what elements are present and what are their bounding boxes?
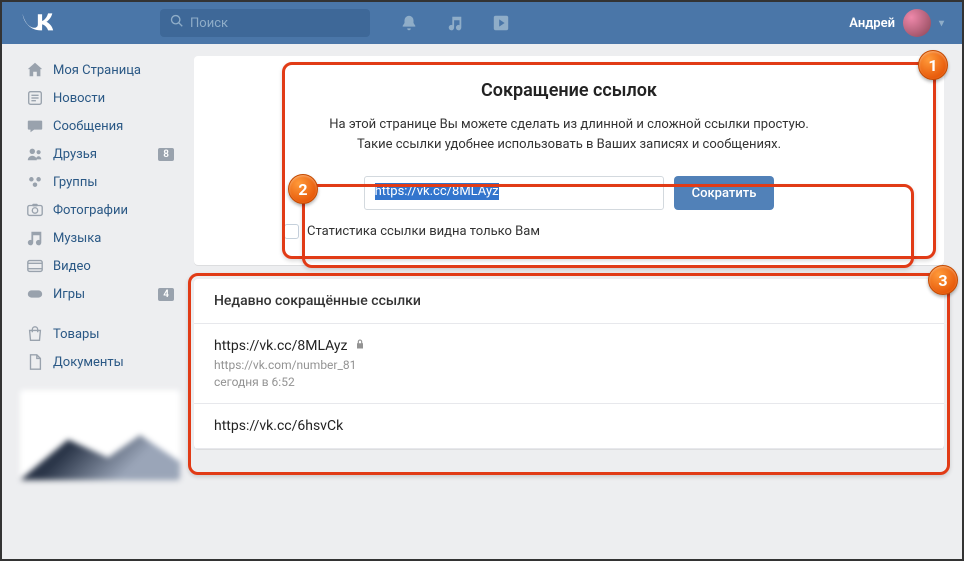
sidebar-item-label: Документы (53, 355, 124, 370)
sidebar-item-video[interactable]: Видео (20, 252, 180, 280)
market-icon (26, 325, 44, 343)
recent-card: Недавно сокращённые ссылки https://vk.cc… (194, 279, 944, 449)
sidebar-item-photo[interactable]: Фотографии (20, 196, 180, 224)
header-icons (400, 14, 510, 32)
sidebar-item-docs[interactable]: Документы (20, 348, 180, 376)
link-item[interactable]: https://vk.cc/8MLAyz https://vk.com/numb… (194, 324, 944, 404)
checkbox[interactable] (284, 224, 299, 239)
bell-icon[interactable] (400, 14, 418, 32)
checkbox-label: Статистика ссылки видна только Вам (307, 224, 540, 239)
short-url: https://vk.cc/8MLAyz (214, 338, 924, 354)
music-icon[interactable] (446, 14, 464, 32)
private-checkbox-row[interactable]: Статистика ссылки видна только Вам (234, 224, 904, 239)
search-icon (170, 14, 184, 32)
main-content: Сокращение ссылок На этой странице Вы мо… (194, 56, 944, 480)
photo-icon (26, 201, 44, 219)
sidebar-widget[interactable] (20, 390, 180, 480)
page-title: Сокращение ссылок (234, 80, 904, 101)
search-placeholder: Поиск (190, 16, 228, 31)
sidebar-item-label: Моя Страница (53, 63, 141, 78)
sidebar-item-label: Друзья (53, 147, 97, 162)
chevron-down-icon: ▾ (939, 18, 944, 29)
sidebar-item-label: Фотографии (53, 203, 128, 218)
sidebar-item-music[interactable]: Музыка (20, 224, 180, 252)
description: На этой странице Вы можете сделать из дл… (234, 115, 904, 154)
home-icon (26, 61, 44, 79)
news-icon (26, 89, 44, 107)
sidebar-item-news[interactable]: Новости (20, 84, 180, 112)
docs-icon (26, 353, 44, 371)
sidebar-item-label: Группы (53, 175, 97, 190)
annotation-3: 3 (928, 265, 958, 295)
sidebar-item-friends[interactable]: Друзья 8 (20, 140, 180, 168)
sidebar-item-label: Игры (53, 287, 85, 302)
lock-icon (354, 338, 366, 354)
sidebar-item-groups[interactable]: Группы (20, 168, 180, 196)
sidebar-item-label: Музыка (53, 231, 101, 246)
timestamp: сегодня в 6:52 (214, 375, 924, 389)
sidebar-item-label: Сообщения (53, 119, 123, 134)
games-icon (26, 285, 44, 303)
url-input[interactable]: https://vk.cc/8MLAyz (364, 176, 664, 210)
annotation-2: 2 (288, 174, 318, 204)
sidebar-item-home[interactable]: Моя Страница (20, 56, 180, 84)
video-icon (26, 257, 44, 275)
annotation-1: 1 (918, 50, 948, 80)
shorten-button[interactable]: Сократить (674, 176, 775, 210)
username: Андрей (849, 16, 895, 31)
recent-header: Недавно сокращённые ссылки (194, 279, 944, 324)
form-row: https://vk.cc/8MLAyz Сократить (234, 176, 904, 210)
music-icon (26, 229, 44, 247)
groups-icon (26, 173, 44, 191)
top-header: Поиск Андрей ▾ (2, 2, 962, 44)
msg-icon (26, 117, 44, 135)
avatar (903, 9, 931, 37)
friends-icon (26, 145, 44, 163)
badge: 8 (158, 148, 174, 161)
badge: 4 (158, 288, 174, 301)
link-item[interactable]: https://vk.cc/6hsvCk (194, 404, 944, 449)
original-url: https://vk.com/number_81 (214, 358, 924, 372)
play-icon[interactable] (492, 14, 510, 32)
sidebar: Моя Страница Новости Сообщения Друзья 8 Групп… (20, 56, 180, 480)
sidebar-item-msg[interactable]: Сообщения (20, 112, 180, 140)
sidebar-item-market[interactable]: Товары (20, 320, 180, 348)
shortener-card: Сокращение ссылок На этой странице Вы мо… (194, 56, 944, 265)
short-url: https://vk.cc/6hsvCk (214, 418, 924, 434)
vk-logo[interactable] (20, 11, 160, 36)
sidebar-item-label: Товары (53, 327, 99, 342)
user-menu[interactable]: Андрей ▾ (849, 9, 944, 37)
search-input[interactable]: Поиск (160, 9, 370, 37)
sidebar-item-games[interactable]: Игры 4 (20, 280, 180, 308)
sidebar-item-label: Видео (53, 259, 91, 274)
sidebar-item-label: Новости (53, 91, 105, 106)
